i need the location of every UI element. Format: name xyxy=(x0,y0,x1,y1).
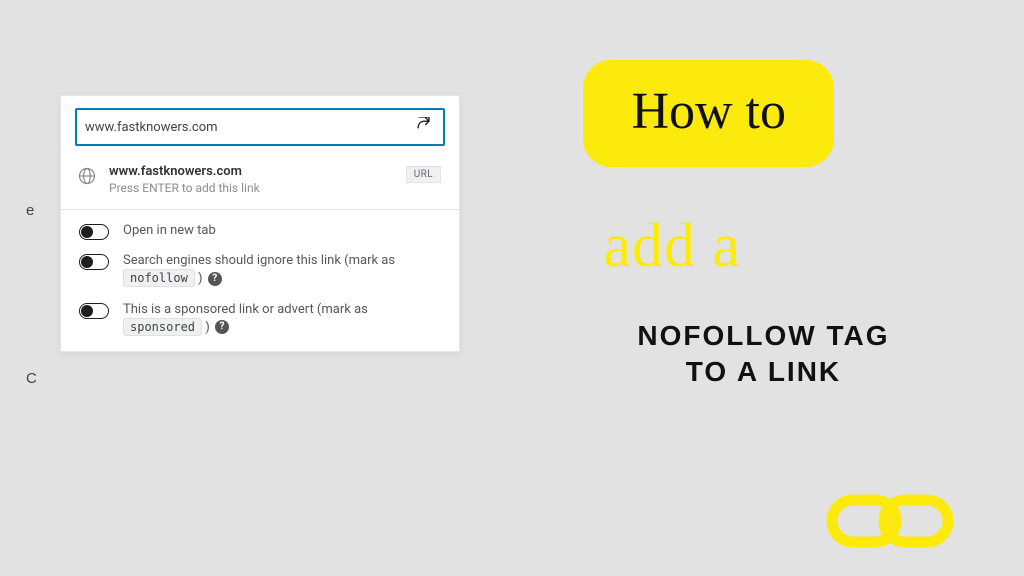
label-nofollow-prefix: Search engines should ignore this link (… xyxy=(123,253,395,268)
label-nofollow-suffix: ) xyxy=(198,271,203,286)
link-search-box[interactable] xyxy=(75,108,445,146)
option-sponsored: This is a sponsored link or advert (mark… xyxy=(79,301,441,337)
toggle-nofollow[interactable] xyxy=(79,254,109,270)
label-sponsored-suffix: ) xyxy=(205,320,210,335)
cropped-letter-e: e xyxy=(26,202,34,219)
option-open-new-tab: Open in new tab xyxy=(79,222,441,240)
help-icon[interactable]: ? xyxy=(215,320,229,334)
link-url-input[interactable] xyxy=(85,120,413,135)
chain-link-icon xyxy=(824,476,964,566)
code-sponsored: sponsored xyxy=(123,318,202,336)
link-suggestion-hint: Press ENTER to add this link xyxy=(109,181,394,195)
toggle-sponsored[interactable] xyxy=(79,303,109,319)
toggle-open-new-tab[interactable] xyxy=(79,224,109,240)
headline-line2: add a xyxy=(603,211,1024,282)
url-type-badge: URL xyxy=(406,166,441,183)
code-nofollow: nofollow xyxy=(123,269,195,287)
help-icon[interactable]: ? xyxy=(208,272,222,286)
option-nofollow: Search engines should ignore this link (… xyxy=(79,252,441,288)
globe-icon xyxy=(77,166,97,186)
link-search-row xyxy=(61,96,459,154)
headline-subtitle: NOFOLLOW TAG TO A LINK xyxy=(583,318,943,391)
label-sponsored-prefix: This is a sponsored link or advert (mark… xyxy=(123,302,368,317)
subtitle-line1: NOFOLLOW TAG xyxy=(637,320,889,351)
subtitle-line2: TO A LINK xyxy=(686,356,841,387)
label-nofollow: Search engines should ignore this link (… xyxy=(123,252,441,288)
label-sponsored: This is a sponsored link or advert (mark… xyxy=(123,301,441,337)
headline-badge: How to xyxy=(583,60,834,167)
submit-arrow-icon[interactable] xyxy=(413,116,435,138)
link-options: Open in new tab Search engines should ig… xyxy=(61,210,459,351)
link-suggestion-text: www.fastknowers.com Press ENTER to add t… xyxy=(109,164,394,195)
link-suggestion-row[interactable]: www.fastknowers.com Press ENTER to add t… xyxy=(61,154,459,210)
label-open-new-tab: Open in new tab xyxy=(123,222,216,240)
link-suggestion-title: www.fastknowers.com xyxy=(109,164,394,179)
cropped-letter-c: C xyxy=(26,370,37,387)
link-insert-popover: www.fastknowers.com Press ENTER to add t… xyxy=(60,95,460,352)
